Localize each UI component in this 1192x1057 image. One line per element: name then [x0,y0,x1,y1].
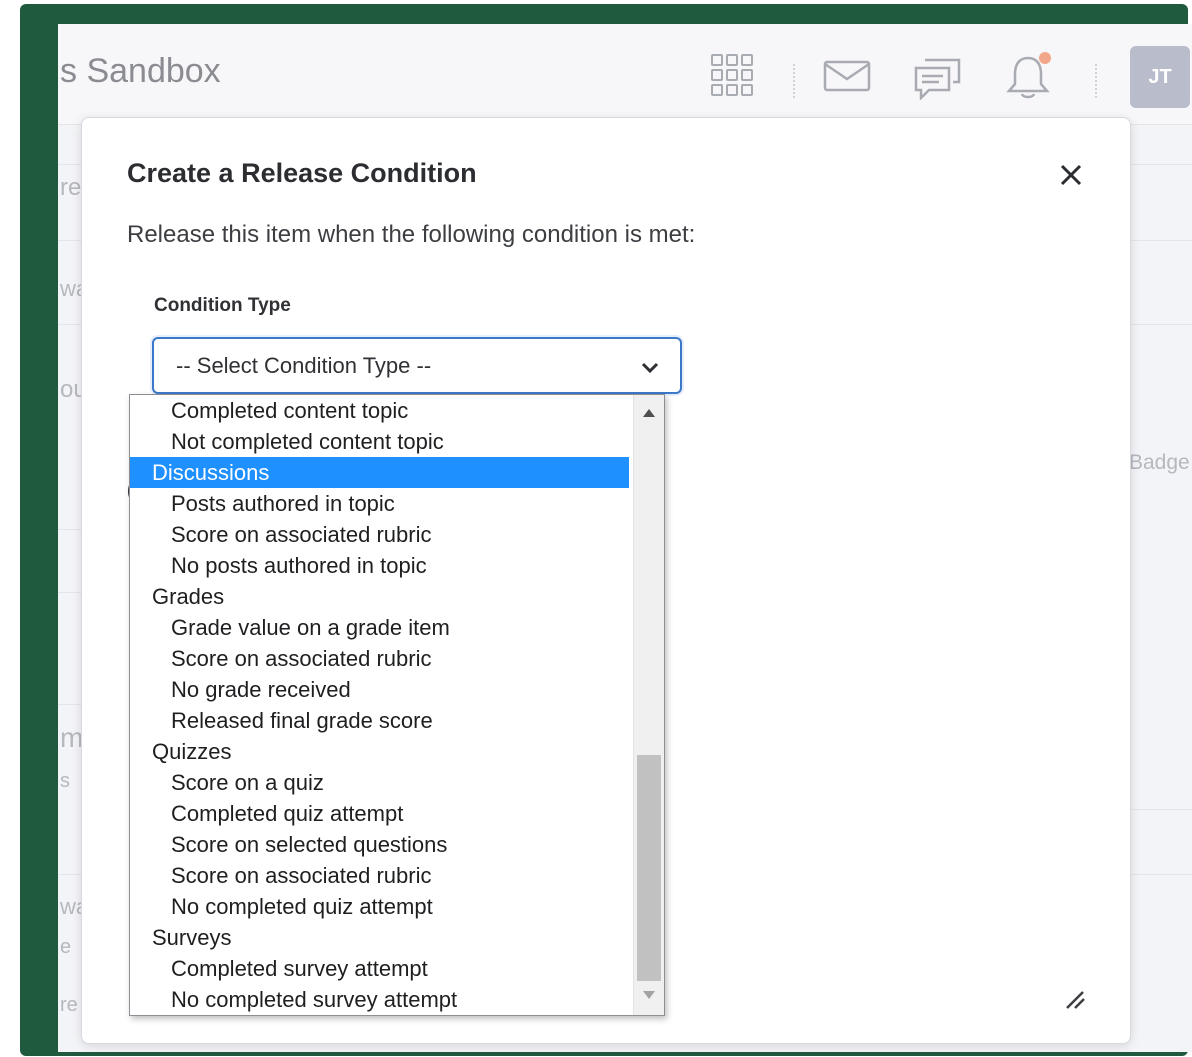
option-item[interactable]: Completed survey attempt [130,953,629,984]
scroll-up-icon[interactable] [642,403,656,422]
condition-type-label: Condition Type [154,295,291,316]
badges-tab[interactable]: Badge [1129,451,1190,475]
partial-text: re [60,994,78,1016]
chevron-down-icon [641,359,659,378]
resize-icon[interactable] [1064,988,1086,1014]
option-item[interactable]: No completed survey attempt [130,984,629,1015]
divider [1128,809,1192,810]
option-item[interactable]: No grade received [130,674,629,705]
option-group-header[interactable]: Quizzes [130,736,629,767]
option-group-header[interactable]: Discussions [130,457,629,488]
user-avatar[interactable]: JT [1130,46,1190,108]
dialog-title: Create a Release Condition [127,158,477,188]
site-title[interactable]: s Sandbox [60,52,221,91]
apps-grid-icon[interactable] [711,54,753,100]
close-button[interactable] [1054,158,1088,192]
toolbar-separator [793,64,795,98]
option-item[interactable]: No completed quiz attempt [130,891,629,922]
partial-text: m [60,722,84,753]
option-item[interactable]: Released final grade score [130,705,629,736]
option-item[interactable]: Completed content topic [130,395,629,426]
option-item[interactable]: Posts authored in topic [130,488,629,519]
notification-dot [1039,52,1051,64]
option-group-header[interactable]: Grades [130,581,629,612]
dialog-description: Release this item when the following con… [127,221,696,248]
close-icon [1060,164,1082,186]
mail-icon[interactable] [823,60,871,96]
option-group-header[interactable]: Surveys [130,922,629,953]
condition-type-listbox[interactable]: Completed content topic Not completed con… [129,394,665,1016]
option-item[interactable]: Score on selected questions [130,829,629,860]
option-item[interactable]: Score on associated rubric [130,860,629,891]
option-item[interactable]: Score on associated rubric [130,643,629,674]
listbox-scrollbar[interactable] [633,395,664,1015]
option-item[interactable]: Grade value on a grade item [130,612,629,643]
option-item[interactable]: Score on a quiz [130,767,629,798]
option-item[interactable]: No posts authored in topic [130,550,629,581]
scroll-down-icon[interactable] [642,985,656,1004]
condition-type-select[interactable]: -- Select Condition Type -- [152,337,682,394]
option-item[interactable]: Score on associated rubric [130,519,629,550]
chat-icon[interactable] [913,54,963,104]
partial-text: e [60,936,72,958]
option-item[interactable]: Not completed content topic [130,426,629,457]
option-item[interactable]: Completed quiz attempt [130,798,629,829]
toolbar-separator [1095,64,1097,98]
partial-text: s [60,770,70,792]
top-navigation-bar: s Sandbox JT [58,24,1192,125]
scrollbar-thumb[interactable] [637,755,661,981]
partial-text: re [60,174,82,201]
select-value: -- Select Condition Type -- [176,353,432,378]
